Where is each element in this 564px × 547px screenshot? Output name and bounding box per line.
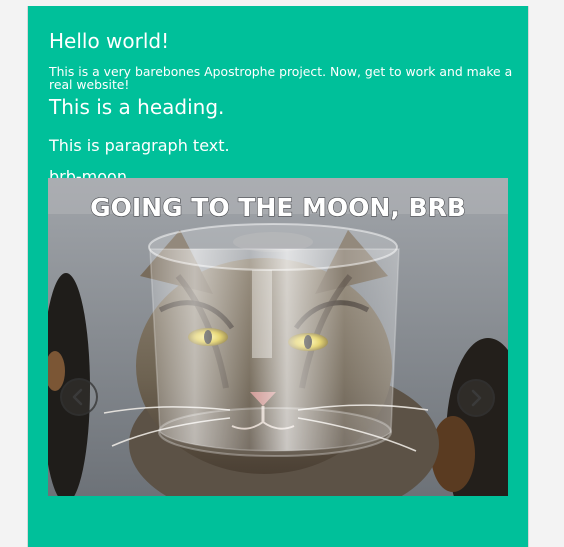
intro-description: This is a very barebones Apostrophe proj… [49, 64, 513, 92]
chevron-right-icon [471, 389, 482, 407]
image-caption-text: GOING TO THE MOON, BRB [90, 193, 466, 222]
paragraph-text: This is paragraph text. [49, 136, 230, 155]
chevron-left-icon [72, 388, 83, 406]
image-slideshow: GOING TO THE MOON, BRB [48, 178, 508, 496]
content-heading: This is a heading. [49, 95, 225, 119]
hello-title: Hello world! [49, 29, 170, 53]
slideshow-next-button[interactable] [457, 379, 495, 417]
slideshow-previous-button[interactable] [60, 378, 98, 416]
cat-image: GOING TO THE MOON, BRB [48, 178, 508, 496]
